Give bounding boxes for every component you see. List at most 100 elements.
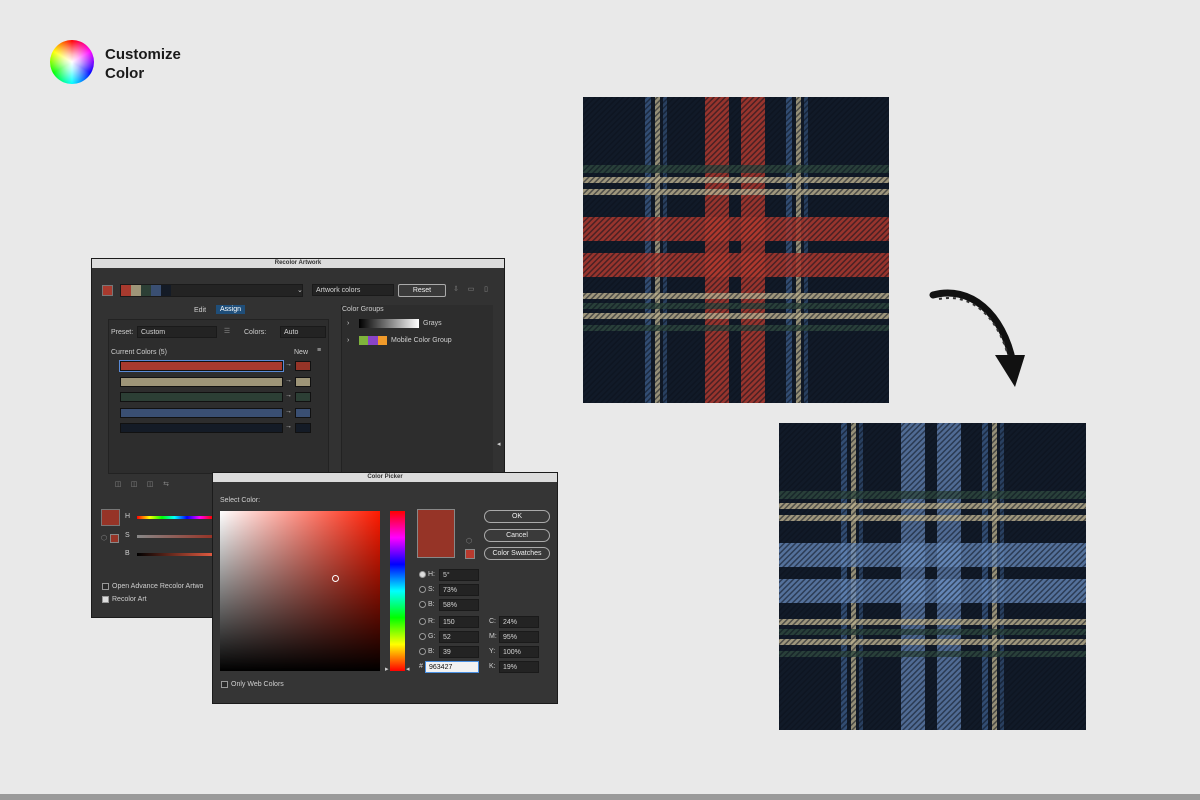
curved-arrow-icon <box>925 283 1035 393</box>
saturation-brightness-field[interactable] <box>220 511 380 671</box>
k-field-label: K: <box>489 663 496 670</box>
active-color-swatch[interactable] <box>102 285 113 296</box>
picker-title: Color Picker <box>213 473 557 482</box>
artwork-colors-field[interactable]: Artwork colors <box>312 284 394 296</box>
k-field[interactable]: 19% <box>499 661 539 673</box>
g-field-label: G: <box>428 633 436 640</box>
color-picker-dialog: Color Picker Select Color: ▸ ◂ ⬡ OK Canc… <box>212 472 558 704</box>
b-slider[interactable] <box>137 553 212 556</box>
menu-icon[interactable]: ≡ <box>317 347 321 354</box>
b-field[interactable]: 58% <box>439 599 479 611</box>
hex-field[interactable]: 963427 <box>425 661 479 673</box>
ok-button[interactable]: OK <box>484 510 550 523</box>
merge-icon[interactable]: ◫ <box>114 481 122 489</box>
page-title: Customize Color <box>105 45 225 83</box>
hash-label: # <box>419 663 423 670</box>
collapse-arrow-icon[interactable]: ◂ <box>497 440 501 448</box>
colors-label: Colors: <box>244 329 267 336</box>
current-color-row[interactable] <box>120 392 283 402</box>
h-radio[interactable] <box>419 571 426 578</box>
hue-slider-right-marker[interactable]: ◂ <box>406 665 410 673</box>
new-label: New <box>294 349 309 356</box>
h-label: H <box>125 513 131 520</box>
s-field-label: S: <box>428 586 435 593</box>
arrow-right-icon: → <box>285 423 292 430</box>
current-color-row[interactable] <box>120 407 283 418</box>
only-web-colors-checkbox[interactable] <box>221 681 228 688</box>
selected-color-swatch[interactable] <box>101 509 120 526</box>
dialog-title: Recolor Artwork <box>92 259 504 268</box>
new-color-swatch[interactable] <box>295 376 311 387</box>
chevron-down-icon[interactable]: ⌄ <box>297 286 303 294</box>
blue-radio[interactable] <box>419 648 426 655</box>
save-group-icon[interactable]: ⇩ <box>452 286 460 294</box>
s-label: S <box>125 532 130 539</box>
arrow-right-icon: → <box>285 407 292 415</box>
group-mobile-color[interactable]: Mobile Color Group <box>391 337 452 344</box>
group-chevron-icon[interactable]: › <box>347 320 349 327</box>
cancel-button[interactable]: Cancel <box>484 529 550 542</box>
s-radio[interactable] <box>419 586 426 593</box>
color-swatches-button[interactable]: Color Swatches <box>484 547 550 560</box>
open-advance-checkbox[interactable] <box>102 583 109 590</box>
arrow-right-icon: → <box>285 376 292 384</box>
h-slider[interactable] <box>137 516 212 519</box>
websafe-swatch[interactable] <box>465 549 475 559</box>
cube-icon: ⬡ <box>465 538 473 545</box>
c-field[interactable]: 24% <box>499 616 539 628</box>
new-color-swatch[interactable] <box>295 423 311 433</box>
r-field[interactable]: 150 <box>439 616 479 628</box>
plaid-before <box>583 97 889 403</box>
only-web-colors-label: Only Web Colors <box>231 681 284 688</box>
recolor-art-checkbox[interactable] <box>102 596 109 603</box>
arrow-right-icon: → <box>285 361 292 368</box>
select-color-label: Select Color: <box>220 497 261 504</box>
c-field-label: C: <box>489 618 496 625</box>
g-radio[interactable] <box>419 633 426 640</box>
hue-slider[interactable] <box>390 511 405 671</box>
plaid-after <box>779 423 1086 730</box>
blue-field-label: B: <box>428 648 435 655</box>
colors-select[interactable]: Auto <box>280 326 326 338</box>
grays-swatch-strip <box>359 319 419 328</box>
reset-button[interactable]: Reset <box>398 284 446 297</box>
artwork-color-strip[interactable] <box>120 284 303 297</box>
color-groups-label: Color Groups <box>342 306 384 313</box>
separate-icon[interactable]: ◫ <box>130 481 138 489</box>
hue-slider-left-marker[interactable]: ▸ <box>385 665 389 673</box>
b-radio[interactable] <box>419 601 426 608</box>
current-color-row[interactable] <box>120 423 283 433</box>
trash-icon[interactable]: ▯ <box>482 286 490 294</box>
new-row-icon[interactable]: ⇆ <box>162 481 170 489</box>
s-slider[interactable] <box>137 535 212 538</box>
current-color-row[interactable] <box>119 360 284 372</box>
open-advance-label: Open Advance Recolor Artwo <box>112 583 204 590</box>
exclude-icon[interactable]: ◫ <box>146 481 154 489</box>
preset-options-icon[interactable]: ☰ <box>223 328 231 336</box>
h-field[interactable]: 5° <box>439 569 479 581</box>
group-chevron-icon[interactable]: › <box>347 337 349 344</box>
color-groups-panel <box>341 305 493 475</box>
m-field-label: M: <box>489 633 497 640</box>
color-wheel-icon <box>50 40 94 84</box>
g-field[interactable]: 52 <box>439 631 479 643</box>
r-field-label: R: <box>428 618 435 625</box>
new-color-swatch[interactable] <box>295 361 311 371</box>
blue-field[interactable]: 39 <box>439 646 479 658</box>
r-radio[interactable] <box>419 618 426 625</box>
m-field[interactable]: 95% <box>499 631 539 643</box>
new-color-swatch[interactable] <box>295 407 311 418</box>
preset-select[interactable]: Custom <box>137 326 217 338</box>
color-picker-cursor[interactable] <box>332 575 339 582</box>
folder-icon[interactable]: ▭ <box>467 286 475 294</box>
s-field[interactable]: 73% <box>439 584 479 596</box>
y-field[interactable]: 100% <box>499 646 539 658</box>
y-field-label: Y: <box>489 648 496 655</box>
tab-assign[interactable]: Assign <box>216 305 246 314</box>
current-color-row[interactable] <box>120 376 283 387</box>
recolor-art-label: Recolor Art <box>112 596 147 603</box>
group-grays[interactable]: Grays <box>423 320 442 327</box>
tab-edit[interactable]: Edit <box>194 307 206 314</box>
new-color-swatch[interactable] <box>295 392 311 402</box>
title-line-2: Color <box>105 65 145 82</box>
